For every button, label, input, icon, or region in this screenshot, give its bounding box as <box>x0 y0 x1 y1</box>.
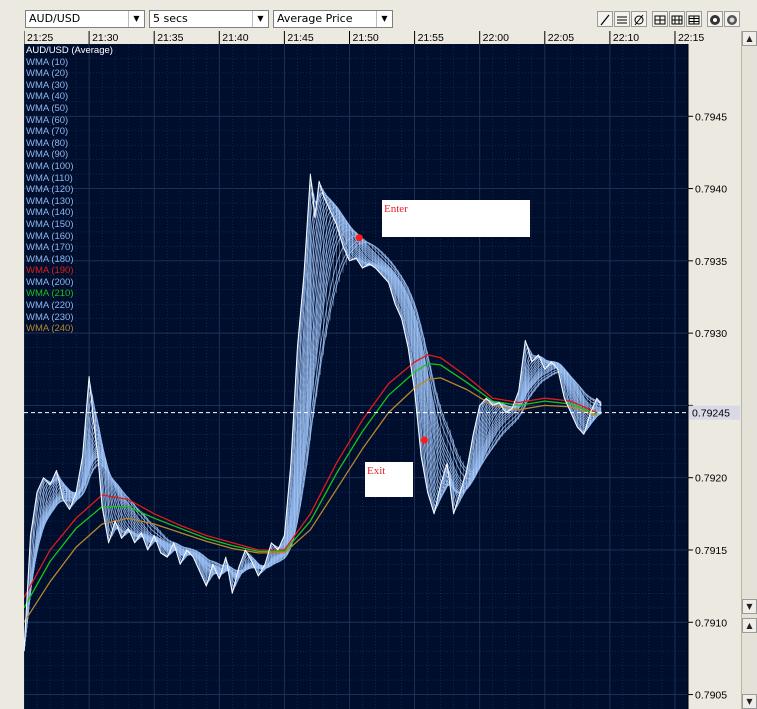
price-chart-canvas[interactable]: 21:25 21:30 21:35 21:40 21:45 21:50 21:55 22:00… <box>24 31 740 709</box>
chevron-down-icon[interactable]: ▼ <box>252 11 268 27</box>
legend-item: WMA (20) <box>26 68 69 80</box>
interval-select[interactable]: 5 secs ▼ <box>149 10 269 28</box>
no-draw-icon <box>634 14 644 26</box>
legend-item: WMA (40) <box>26 91 69 103</box>
time-tick-label: 21:50 <box>352 32 378 44</box>
legend-item: WMA (220) <box>26 300 74 312</box>
time-tick-label: 21:30 <box>92 32 118 44</box>
grid-lines <box>24 44 688 709</box>
time-tick-label: 21:25 <box>27 32 53 44</box>
legend-item: WMA (170) <box>26 242 74 254</box>
exit-marker <box>420 436 428 444</box>
legend-item: AUD/USD (Average) <box>26 45 113 56</box>
chevron-down-icon[interactable]: ▼ <box>128 11 144 27</box>
exit-note-label: Exit <box>367 465 386 477</box>
record-icon <box>727 15 737 25</box>
grid-layout-3-button[interactable] <box>686 11 702 27</box>
price-tick-label: 0.7935 <box>695 256 727 268</box>
legend-item: WMA (240) <box>26 323 74 335</box>
legend-item: WMA (10) <box>26 56 69 68</box>
record-button[interactable] <box>724 11 740 27</box>
legend-item: WMA (140) <box>26 207 74 219</box>
interval-select-value: 5 secs <box>153 12 188 25</box>
no-draw-button[interactable] <box>631 11 647 27</box>
legend-item: WMA (60) <box>26 114 69 126</box>
legend-item: WMA (230) <box>26 311 74 323</box>
legend-item: WMA (80) <box>26 137 69 149</box>
symbol-select[interactable]: AUD/USD ▼ <box>25 10 145 28</box>
chart-settings-icon <box>710 15 720 25</box>
legend-item: WMA (190) <box>26 265 74 277</box>
price-tick-label: 0.7930 <box>695 328 727 340</box>
legend-item: WMA (150) <box>26 218 74 230</box>
grid-layout-1-button[interactable] <box>652 11 668 27</box>
symbol-select-value: AUD/USD <box>29 12 81 25</box>
price-tick-label: 0.7940 <box>695 184 727 196</box>
time-tick-label: 21:45 <box>287 32 313 44</box>
grid-layout-2-button[interactable] <box>669 11 685 27</box>
scroll-down-icon[interactable]: ▼ <box>742 599 757 614</box>
left-margin <box>0 31 24 709</box>
time-tick-label: 22:15 <box>678 32 704 44</box>
vertical-scrollbar[interactable]: ▲ ▼ ▲ ▼ <box>741 31 757 709</box>
legend-item: WMA (180) <box>26 253 74 265</box>
draw-line-icon <box>600 14 610 26</box>
time-tick-label: 22:10 <box>613 32 639 44</box>
legend-item: WMA (160) <box>26 230 74 242</box>
time-tick-label: 21:40 <box>222 32 248 44</box>
price-tick-label: 0.7945 <box>695 111 727 123</box>
legend-item: WMA (30) <box>26 79 69 91</box>
time-tick-label: 22:00 <box>483 32 509 44</box>
price-chart[interactable]: 21:25 21:30 21:35 21:40 21:45 21:50 21:55 22:00… <box>24 31 740 709</box>
price-axis-band <box>688 31 740 709</box>
price-tick-label: 0.7905 <box>695 690 727 702</box>
legend-item: WMA (120) <box>26 184 74 196</box>
grid-layout-3-icon <box>688 15 700 25</box>
legend-item: WMA (90) <box>26 149 69 161</box>
price-type-select[interactable]: Average Price ▼ <box>273 10 393 28</box>
legend-item: WMA (110) <box>26 172 73 184</box>
fibonacci-button[interactable] <box>614 11 630 27</box>
legend-item: WMA (210) <box>26 288 74 300</box>
grid-layout-2-icon <box>671 15 683 25</box>
enter-note: Enter <box>382 200 530 237</box>
time-tick-label: 21:55 <box>418 32 444 44</box>
zoom-out-icon[interactable]: ▼ <box>742 694 757 709</box>
scroll-up-icon[interactable]: ▲ <box>742 31 757 46</box>
chart-legend: AUD/USD (Average) WMA (10) WMA (20) WMA (30… <box>26 45 113 335</box>
enter-marker <box>355 234 363 242</box>
legend-item: WMA (100) <box>26 160 74 172</box>
legend-item: WMA (200) <box>26 276 74 288</box>
zoom-in-icon[interactable]: ▲ <box>742 618 757 633</box>
exit-note: Exit <box>365 462 413 497</box>
legend-item: WMA (130) <box>26 195 74 207</box>
legend-item: WMA (70) <box>26 126 69 138</box>
legend-item: WMA (50) <box>26 102 69 114</box>
chevron-down-icon[interactable]: ▼ <box>376 11 392 27</box>
time-tick-label: 21:35 <box>157 32 183 44</box>
draw-line-button[interactable] <box>597 11 613 27</box>
enter-note-label: Enter <box>384 203 408 215</box>
fibonacci-icon <box>617 16 627 24</box>
last-price-label: 0.79245 <box>692 408 730 420</box>
price-tick-label: 0.7915 <box>695 545 727 557</box>
price-tick-label: 0.7920 <box>695 473 727 485</box>
time-tick-label: 22:05 <box>548 32 574 44</box>
chart-settings-button[interactable] <box>707 11 723 27</box>
price-tick-label: 0.7910 <box>695 617 727 629</box>
price-type-select-value: Average Price <box>277 12 353 25</box>
grid-layout-1-icon <box>654 15 666 25</box>
chart-toolbar: AUD/USD ▼ 5 secs ▼ Average Price ▼ <box>0 0 757 30</box>
